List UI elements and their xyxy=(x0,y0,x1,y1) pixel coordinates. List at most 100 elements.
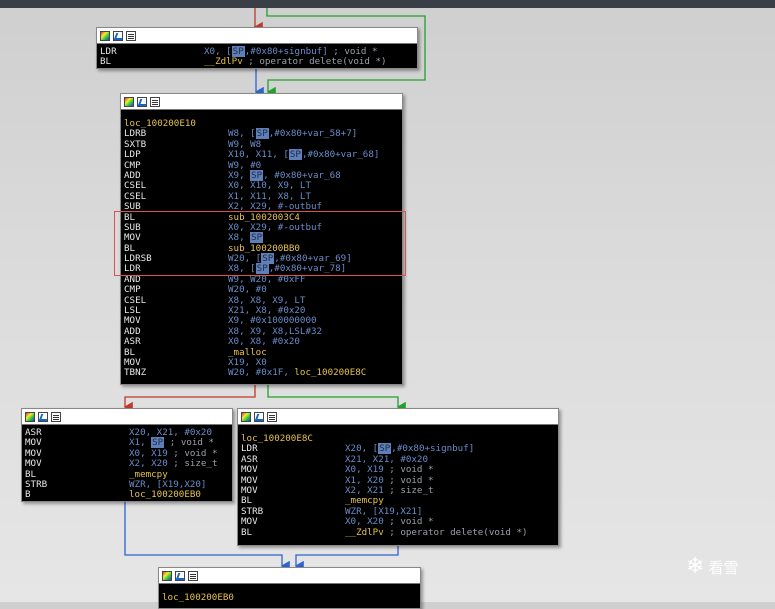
comment: ; operator delete(void *) xyxy=(389,526,528,538)
comment: ; void * xyxy=(389,464,434,476)
color-icon[interactable] xyxy=(124,96,134,107)
instruction-line[interactable]: LDRB W8, [SP,#0x80+var_58+7] xyxy=(124,128,399,140)
edge-red-n1-n2 xyxy=(123,384,256,413)
comment: ; void * xyxy=(173,447,218,459)
operand-text: X0, X10, X9, LT xyxy=(228,180,311,192)
code-block-n2[interactable]: ASR X20, X21, #0x20 MOV X1, SP ; void * MOV X… xyxy=(21,408,233,502)
register-sp: SP xyxy=(151,437,165,449)
graph-view-icon[interactable] xyxy=(113,30,123,41)
text-view-icon[interactable] xyxy=(126,30,136,41)
instruction-line[interactable]: MOV X2, X20 ; size_t xyxy=(25,458,229,470)
operand-text: ,#0x80+var_58+7] xyxy=(268,128,358,140)
comment: ; void * xyxy=(164,437,215,449)
comment: ; void * xyxy=(389,474,434,486)
operand-text: X21, X8, #0x20 xyxy=(228,305,306,317)
register-sp: SP xyxy=(250,169,264,181)
symbol-ref[interactable]: _memcpy xyxy=(345,495,384,506)
instruction-line[interactable]: LDP X10, X11, [SP,#0x80+var_68] xyxy=(124,149,399,161)
text-view-icon[interactable] xyxy=(51,411,61,422)
register-sp: SP xyxy=(255,128,269,140)
operand-text: W9, W8 xyxy=(228,138,262,150)
operand-text: X1, X11, X8, LT xyxy=(228,190,311,202)
graph-view-icon[interactable] xyxy=(175,570,185,581)
instruction-line[interactable]: BL __ZdlPv ; operator delete(void *) xyxy=(241,526,555,538)
block-body: ASR X20, X21, #0x20 MOV X1, SP ; void * MOV X… xyxy=(22,425,232,503)
highlight-rectangle xyxy=(114,211,406,276)
operand-text: X2, X20 xyxy=(129,458,174,470)
instruction-line[interactable]: Bloc_100200EB0 xyxy=(25,489,229,501)
operand-text: X8, X9, X8,LSL#32 xyxy=(228,325,323,337)
operand-text: X20, [ xyxy=(345,443,379,455)
register-sp: SP xyxy=(378,443,392,455)
symbol-ref[interactable]: _malloc xyxy=(228,347,267,358)
graph-view-icon[interactable] xyxy=(254,411,264,422)
operand-text: X0, X19 xyxy=(345,464,390,476)
color-icon[interactable] xyxy=(100,30,110,41)
instruction-line[interactable]: TBNZ W20, #0x1F, loc_100200E8C xyxy=(124,367,399,379)
block-header xyxy=(22,409,232,425)
text-view-icon[interactable] xyxy=(150,96,160,107)
operand-text: X9, xyxy=(228,169,251,181)
block-body: loc_100200E8C LDR X20, [SP,#0x80+signbuf] A… xyxy=(238,425,558,540)
instruction-line[interactable]: BL __ZdlPv ; operator delete(void *) xyxy=(100,56,414,67)
text-view-icon[interactable] xyxy=(267,411,277,422)
operands: __ZdlPv ; operator delete(void *) xyxy=(204,57,387,67)
operand-text: W9, #0 xyxy=(228,159,262,171)
mnemonic: BL xyxy=(241,526,253,538)
operands: __ZdlPv ; operator delete(void *) xyxy=(345,526,528,538)
text-view-icon[interactable] xyxy=(188,570,198,581)
comment: ; void * xyxy=(333,46,378,57)
operand-text: X9, #0x100000000 xyxy=(228,315,317,327)
snowflake-icon: ❄ xyxy=(686,554,705,579)
register-sp: SP xyxy=(231,46,245,57)
operand-text: W20, #0 xyxy=(228,284,267,296)
operand-text: X2, X21 xyxy=(345,484,390,496)
color-icon[interactable] xyxy=(162,570,172,581)
mnemonic: B xyxy=(25,489,31,501)
code-block-n3[interactable]: loc_100200E8C LDR X20, [SP,#0x80+signbuf] A… xyxy=(237,408,559,546)
comment: ; size_t xyxy=(389,484,434,496)
symbol-ref[interactable]: __ZdlPv xyxy=(204,56,248,67)
operand-text: ,#0x80+signbuf] xyxy=(391,443,475,455)
operand-text: X10, X11, [ xyxy=(228,149,289,161)
symbol-ref[interactable]: __ZdlPv xyxy=(345,527,389,538)
operand-text: , #0x80+var_68 xyxy=(263,169,341,181)
operand-text: WZR, [X19,X21] xyxy=(345,505,423,517)
comment: ; operator delete(void *) xyxy=(248,56,387,68)
watermark: ❄ 看雪 xyxy=(686,556,738,578)
edge-blue-n3-n4 xyxy=(294,545,399,572)
operands: W20, #0x1F, loc_100200E8C xyxy=(228,368,366,378)
operands: loc_100200EB0 xyxy=(129,490,201,500)
operand-text: X0, [ xyxy=(204,46,232,57)
operand-text: X19, X0 xyxy=(228,356,267,368)
symbol-ref[interactable]: loc_100200EB0 xyxy=(129,489,201,500)
symbol-ref[interactable]: loc_100200E8C xyxy=(294,367,366,378)
block-header xyxy=(97,28,417,44)
watermark-text: 看雪 xyxy=(708,558,739,577)
block-body: LDR X0, [SP,#0x80+signbuf] ; void * BL __Zd… xyxy=(97,44,417,70)
operand-text: X1, xyxy=(129,437,152,449)
edge-green-n1-n3 xyxy=(267,384,406,413)
operand-text: W8, [ xyxy=(228,128,256,140)
operand-text: X0, X19 xyxy=(129,447,174,459)
operand-text: ,#0x80+signbuf] xyxy=(244,46,334,57)
operand-text: WZR, [X19,X20] xyxy=(129,478,207,490)
comment: ; void * xyxy=(389,516,434,528)
instruction-line[interactable]: MOV X2, X21 ; size_t xyxy=(241,484,555,496)
operand-text: W20, #0x1F, xyxy=(228,367,295,379)
operand-text: X0, X20 xyxy=(345,516,390,528)
operand-text: X8, X8, X9, LT xyxy=(228,294,306,306)
color-icon[interactable] xyxy=(25,411,35,422)
graph-view-icon[interactable] xyxy=(137,96,147,107)
operand-text: X20, X21, #0x20 xyxy=(129,427,212,438)
code-block-n0[interactable]: LDR X0, [SP,#0x80+signbuf] ; void * BL __Zd… xyxy=(96,27,418,69)
symbol-ref[interactable]: _memcpy xyxy=(129,469,168,480)
block-header xyxy=(121,94,402,110)
graph-view-icon[interactable] xyxy=(38,411,48,422)
comment: ; size_t xyxy=(173,458,218,470)
color-icon[interactable] xyxy=(241,411,251,422)
code-block-n4[interactable]: loc_100200EB0 xyxy=(158,567,421,609)
mnemonic: TBNZ xyxy=(124,367,147,379)
operand-text: X21, X21, #0x20 xyxy=(345,453,428,465)
mnemonic: MOV xyxy=(241,516,258,528)
